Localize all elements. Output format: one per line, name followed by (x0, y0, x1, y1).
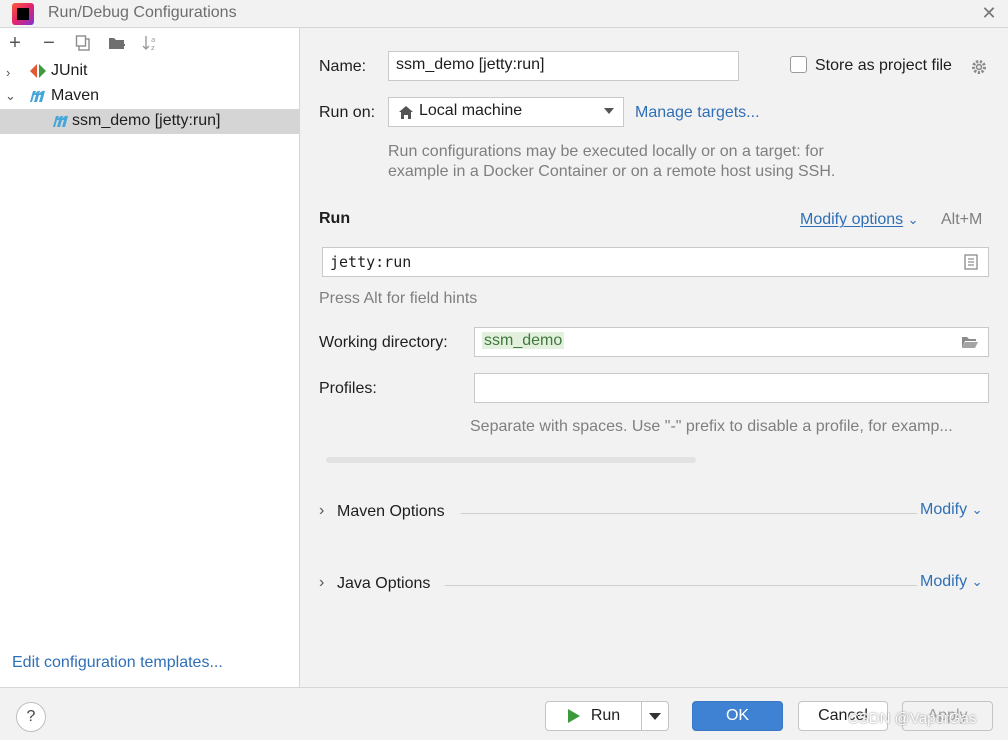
run-on-hint-line-2: example in a Docker Container or on a re… (388, 163, 836, 180)
horizontal-scrollbar[interactable] (326, 457, 696, 463)
java-options-section[interactable]: › Java Options Modify ⌄ (319, 573, 989, 597)
section-divider (461, 513, 917, 514)
svg-text:a: a (151, 36, 155, 44)
copy-configuration-button[interactable] (72, 32, 94, 54)
store-as-project-file-checkbox[interactable] (790, 56, 807, 73)
chevron-down-icon: ⌄ (907, 212, 919, 227)
help-button[interactable]: ? (16, 702, 46, 732)
play-icon (567, 709, 580, 723)
ok-button[interactable]: OK (692, 701, 783, 731)
sort-alpha-icon: a z (142, 36, 155, 52)
junit-icon (30, 64, 46, 78)
tree-node-maven[interactable]: ⌄ Maven (0, 84, 299, 109)
close-icon[interactable]: ✕ (978, 2, 1000, 24)
intellij-logo-icon (12, 3, 34, 25)
modify-label: Modify (920, 501, 968, 518)
dialog-button-bar: ? Run OK Cancel Apply CSDN @VaporGas (0, 687, 1008, 740)
question-mark-icon: ? (26, 708, 36, 725)
run-on-hint-line-1: Run configurations may be executed local… (388, 143, 824, 160)
sort-configurations-button[interactable]: a z (140, 32, 162, 54)
working-directory-input[interactable]: ssm_demo (474, 327, 989, 357)
run-button-label: Run (590, 707, 621, 724)
configurations-toolbar: + − a z (0, 28, 300, 58)
java-options-title: Java Options (337, 575, 431, 592)
run-button[interactable]: Run (545, 701, 642, 731)
maven-icon (53, 115, 68, 127)
run-section-title: Run (319, 210, 351, 227)
csdn-watermark: CSDN @VaporGas (848, 710, 977, 727)
tree-node-junit[interactable]: › JUnit (0, 59, 299, 84)
run-on-dropdown[interactable]: Local machine (388, 97, 624, 127)
tree-label-junit: JUnit (51, 62, 88, 79)
svg-text:z: z (151, 44, 155, 52)
configuration-editor: Name: ssm_demo [jetty:run] Store as proj… (300, 28, 1008, 687)
name-input[interactable]: ssm_demo [jetty:run] (388, 51, 739, 81)
chevron-right-icon: › (319, 574, 325, 591)
maven-options-section[interactable]: › Maven Options Modify ⌄ (319, 501, 989, 525)
section-divider (445, 585, 917, 586)
name-label: Name: (319, 58, 367, 75)
java-options-modify-link[interactable]: Modify ⌄ (920, 573, 982, 591)
field-hints-text: Press Alt for field hints (319, 290, 478, 307)
modify-options-label: Modify options (800, 211, 904, 228)
chevron-right-icon: › (319, 502, 325, 519)
maven-icon (30, 90, 45, 102)
working-directory-label: Working directory: (319, 334, 448, 351)
command-line-value: jetty:run (330, 253, 412, 271)
gear-icon[interactable] (970, 58, 988, 76)
profiles-hint: Separate with spaces. Use "-" prefix to … (470, 418, 953, 435)
maven-options-title: Maven Options (337, 503, 445, 520)
manage-targets-link[interactable]: Manage targets... (635, 104, 760, 122)
edit-configuration-templates-link[interactable]: Edit configuration templates... (12, 654, 223, 672)
copy-icon (75, 35, 90, 51)
home-icon (399, 106, 413, 119)
tree-node-ssm-demo[interactable]: ssm_demo [jetty:run] (0, 109, 299, 134)
tree-label-maven: Maven (51, 87, 100, 104)
plus-icon: + (9, 32, 21, 54)
configurations-panel: + − a z › JUnit ⌄ Maven ssm_demo [jetty:… (0, 28, 300, 687)
run-on-label: Run on: (319, 104, 376, 121)
modify-options-shortcut: Alt+M (941, 211, 983, 228)
profiles-input[interactable] (474, 373, 989, 403)
window-title: Run/Debug Configurations (48, 4, 237, 21)
folder-add-icon (109, 38, 125, 49)
run-on-value: Local machine (419, 102, 523, 119)
chevron-down-icon: ⌄ (971, 502, 983, 517)
maven-options-modify-link[interactable]: Modify ⌄ (920, 501, 982, 519)
title-bar: Run/Debug Configurations ✕ (0, 0, 1008, 28)
folder-open-icon[interactable] (961, 335, 979, 349)
minus-icon: − (43, 32, 55, 54)
working-directory-value: ssm_demo (482, 332, 565, 349)
dropdown-arrow-icon (649, 712, 661, 720)
profiles-label: Profiles: (319, 380, 377, 397)
tree-label-ssm-demo: ssm_demo [jetty:run] (72, 112, 221, 129)
command-line-input[interactable]: jetty:run (322, 247, 989, 277)
expand-text-icon[interactable] (964, 254, 978, 270)
run-options-dropdown[interactable] (641, 701, 669, 731)
add-configuration-button[interactable]: + (4, 32, 26, 54)
dropdown-arrow-icon (604, 108, 614, 114)
chevron-right-icon[interactable]: › (6, 65, 18, 80)
new-folder-button[interactable] (106, 32, 128, 54)
modify-options-link[interactable]: Modify options ⌄ (800, 211, 919, 229)
chevron-down-icon: ⌄ (971, 574, 983, 589)
remove-configuration-button[interactable]: − (38, 32, 60, 54)
chevron-down-icon[interactable]: ⌄ (5, 88, 17, 103)
store-as-project-file-label: Store as project file (815, 57, 952, 74)
modify-label: Modify (920, 573, 968, 590)
